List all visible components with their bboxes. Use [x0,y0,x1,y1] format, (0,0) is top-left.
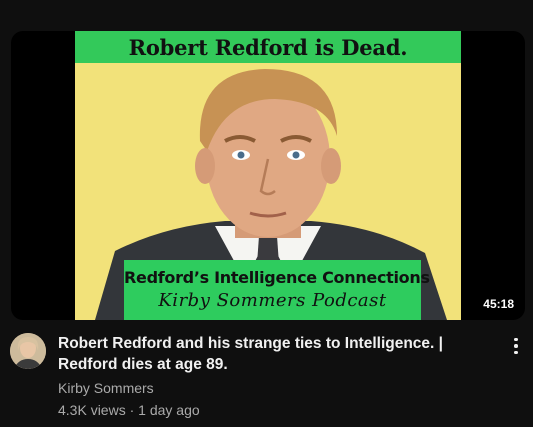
meta-separator: · [129,402,135,418]
channel-name[interactable]: Kirby Sommers [58,380,154,396]
thumbnail-banner-signature: Kirby Sommers Podcast [158,290,387,311]
thumbnail-top-banner: Robert Redford is Dead. [75,31,461,63]
upload-age: 1 day ago [138,402,200,418]
menu-dot [514,350,518,355]
video-thumbnail[interactable]: Robert Redford is Dead. Redford’s Intell… [11,31,525,320]
video-metadata: 4.3K views · 1 day ago [58,402,200,418]
thumbnail-bottom-banner: Redford’s Intelligence Connections Kirby… [124,260,430,320]
duration-badge: 45:18 [478,294,519,314]
video-card: Robert Redford is Dead. Redford’s Intell… [0,0,533,427]
more-vert-icon[interactable] [506,334,526,358]
thumbnail-banner-title: Redford’s Intelligence Connections [124,268,430,287]
menu-dot [514,337,518,342]
channel-avatar[interactable] [10,333,46,369]
video-title[interactable]: Robert Redford and his strange ties to I… [58,333,498,375]
menu-dot [514,344,518,348]
view-count: 4.3K views [58,402,126,418]
